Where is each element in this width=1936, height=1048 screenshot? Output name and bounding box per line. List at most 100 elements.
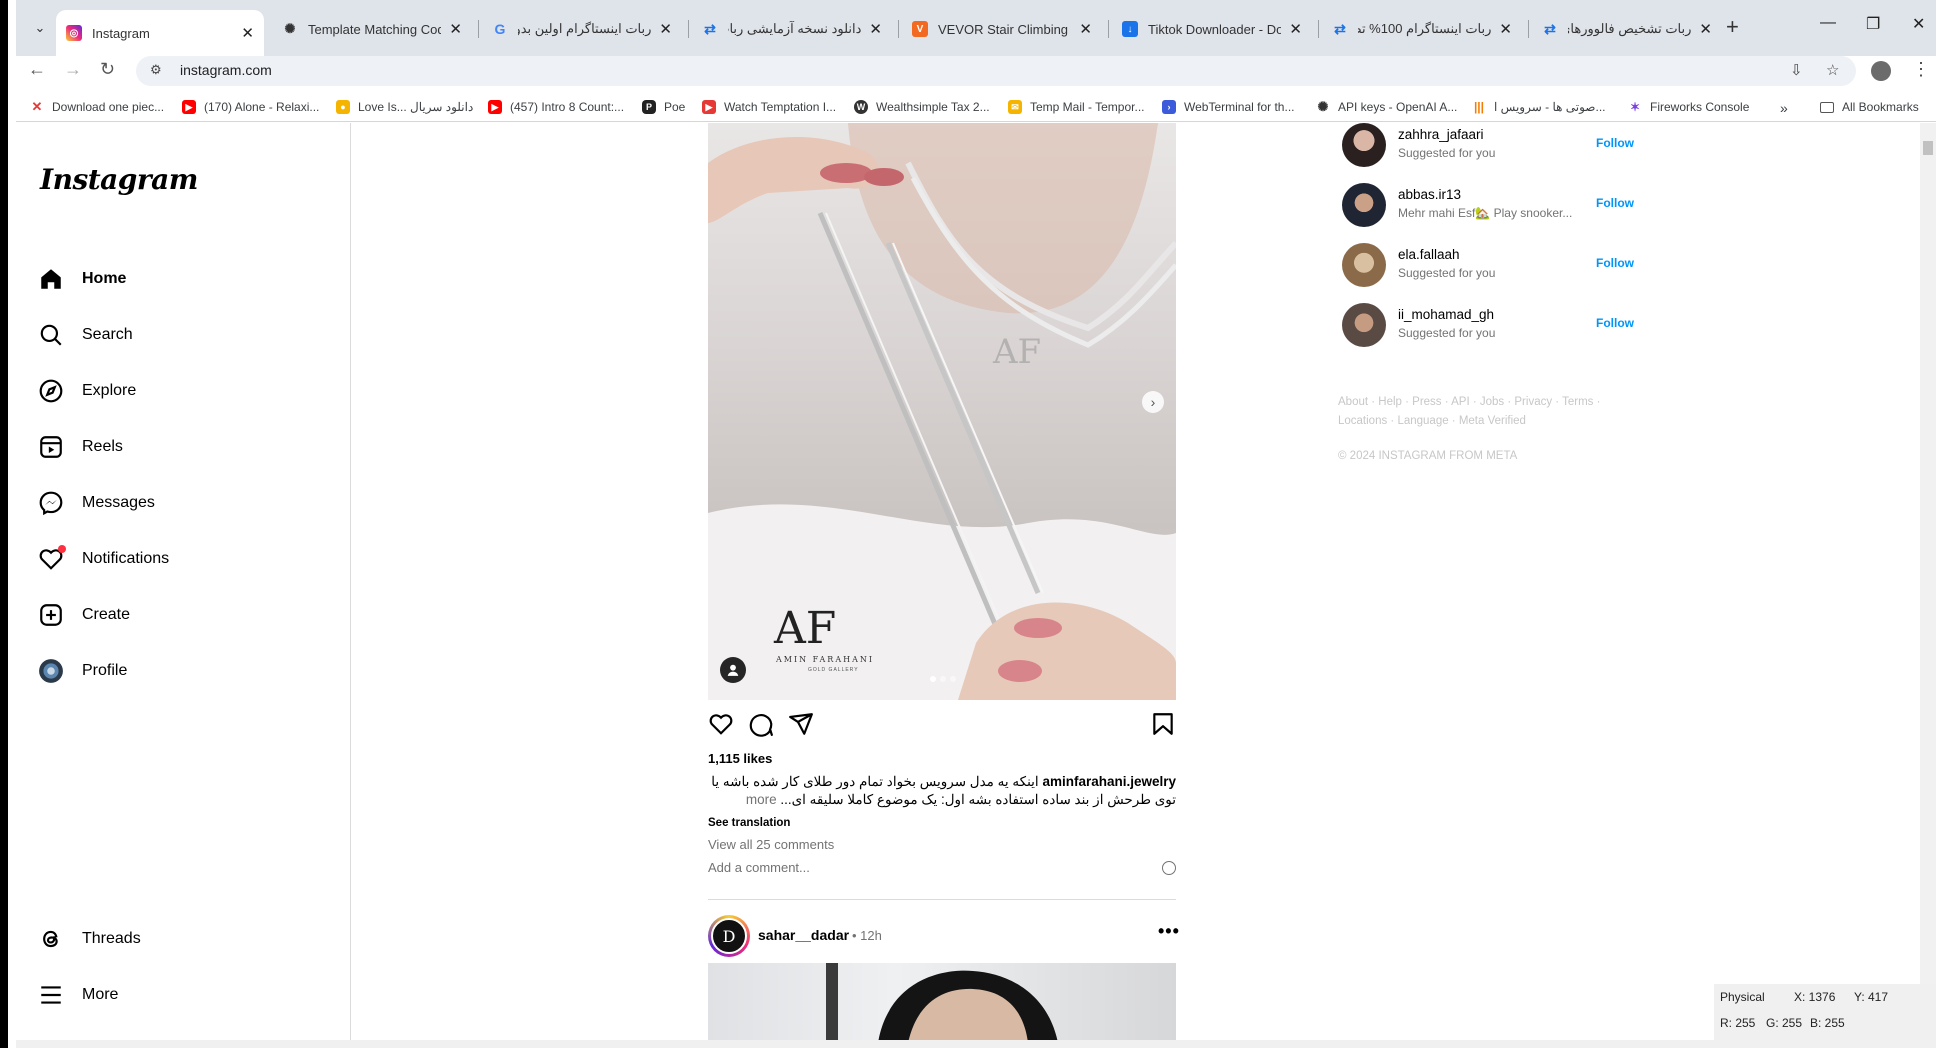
suggestion-avatar[interactable] (1342, 243, 1386, 287)
bookmark-item[interactable]: ✕ Download one piec... (30, 99, 165, 114)
follow-button[interactable]: Follow (1596, 136, 1634, 150)
close-icon[interactable]: ✕ (659, 20, 672, 38)
tab-tiktok-downloader[interactable]: ↓ Tiktok Downloader - Dow ✕ (1112, 12, 1312, 46)
bookmark-item[interactable]: ✺ API keys - OpenAI A... (1316, 99, 1458, 114)
bookmark-item[interactable]: ||| صوتی ها - سرویس ا... (1472, 100, 1606, 114)
sidebar-item-create[interactable]: Create (38, 593, 130, 637)
tagged-user-icon[interactable] (720, 657, 746, 683)
sidebar-item-home[interactable]: Home (38, 257, 126, 301)
suggestion-username[interactable]: ela.fallaah (1398, 247, 1460, 262)
bookmark-item[interactable]: W Wealthsimple Tax 2... (854, 100, 990, 114)
bookmark-item[interactable]: ✉ Temp Mail - Tempor... (1008, 100, 1144, 114)
install-app-icon[interactable]: ⇩ (1790, 61, 1803, 79)
sidebar-item-profile[interactable]: Profile (38, 649, 127, 693)
reload-icon[interactable]: ↻ (100, 59, 115, 80)
share-icon[interactable] (788, 711, 814, 737)
close-icon[interactable]: ✕ (1699, 20, 1712, 38)
back-icon[interactable]: ← (28, 59, 46, 80)
suggestion-avatar[interactable] (1342, 123, 1386, 167)
sidebar-item-explore[interactable]: Explore (38, 369, 136, 413)
tab-instagram[interactable]: ◎ Instagram ✕ (56, 10, 264, 56)
bookmark-item[interactable]: ▶ (170) Alone - Relaxi... (182, 100, 319, 114)
bookmarks-overflow-icon[interactable]: » (1780, 100, 1788, 116)
add-comment-input[interactable]: Add a comment... (708, 860, 810, 875)
minimize-button[interactable]: — (1820, 14, 1836, 32)
suggestion-username[interactable]: abbas.ir13 (1398, 187, 1461, 202)
tab-template-matching[interactable]: ✺ Template Matching Code ✕ (272, 12, 472, 46)
footer-links[interactable]: About · Help · Press · API · Jobs · Priv… (1338, 393, 1618, 431)
kebab-menu-icon[interactable]: ⋮ (1912, 59, 1930, 80)
close-icon[interactable]: ✕ (241, 24, 254, 42)
bookmark-item[interactable]: › WebTerminal for th... (1162, 100, 1294, 114)
tab-search-button[interactable]: ⌄ (26, 14, 54, 42)
emoji-icon[interactable] (1162, 861, 1176, 875)
all-bookmarks[interactable]: All Bookmarks (1820, 100, 1919, 114)
w-icon: W (854, 100, 868, 114)
close-window-button[interactable]: ✕ (1912, 14, 1925, 34)
youtube-icon: ▶ (488, 100, 502, 114)
suggestion-username[interactable]: ii_mohamad_gh (1398, 307, 1494, 322)
close-icon[interactable]: ✕ (869, 20, 882, 38)
close-icon[interactable]: ✕ (1079, 20, 1092, 38)
next-slide-icon[interactable]: › (1142, 391, 1164, 413)
scrollbar-thumb[interactable] (1923, 141, 1933, 155)
save-bookmark-icon[interactable] (1150, 711, 1176, 737)
pixel-readout: Physical X: 1376 Y: 417 R: 255 G: 255 B:… (1714, 984, 1936, 1040)
post-image[interactable]: AF AF AMIN FARAHANI GOLD GALLERY › (708, 123, 1176, 700)
address-bar[interactable]: ⚙ instagram.com ⇩ ☆ (136, 56, 1856, 86)
sidebar-item-search[interactable]: Search (38, 313, 133, 357)
bookmark-item[interactable]: P Poe (642, 100, 685, 114)
search-icon (40, 324, 62, 346)
suggestion-username[interactable]: zahhra_jafaari (1398, 127, 1484, 142)
tab-trial-download[interactable]: ⇄ دانلود نسخه آزمایشی ربات ✕ (692, 12, 892, 46)
new-tab-button[interactable]: + (1726, 14, 1739, 40)
site-info-icon[interactable]: ⚙ (150, 62, 162, 78)
tab-follower-bot[interactable]: ⇄ ربات تشخیص فالوورهای فـ ✕ (1532, 12, 1722, 46)
likes-count[interactable]: 1,115 likes (708, 751, 772, 766)
suggestion-avatar[interactable] (1342, 303, 1386, 347)
post2-username[interactable]: sahar__dadar (758, 927, 849, 943)
follow-button[interactable]: Follow (1596, 316, 1634, 330)
bookmark-item[interactable]: ▶ (457) Intro 8 Count:... (488, 100, 624, 114)
comment-icon[interactable] (748, 711, 774, 737)
carousel-dots (930, 676, 956, 682)
instagram-logo[interactable]: Instagram (40, 163, 198, 196)
suggestion-avatar[interactable] (1342, 183, 1386, 227)
follow-button[interactable]: Follow (1596, 256, 1634, 270)
threads-icon (43, 930, 58, 948)
vevor-icon: V (912, 21, 928, 37)
restore-button[interactable]: ❐ (1866, 14, 1880, 34)
bookmark-item[interactable]: ● Love Is... دانلود سریال (336, 100, 473, 114)
bookmark-item[interactable]: ▶ Watch Temptation I... (702, 100, 836, 114)
browser-window: ⌄ ◎ Instagram ✕ ✺ Template Matching Code… (0, 0, 1936, 1048)
profile-avatar[interactable] (1871, 61, 1891, 81)
like-heart-icon[interactable] (708, 711, 734, 737)
post2-image[interactable] (708, 963, 1176, 1040)
instagram-page: Instagram Home Search Explore Reels Mess… (16, 123, 1936, 1040)
post2-avatar[interactable]: D (708, 915, 750, 957)
sidebar-item-more[interactable]: More (38, 973, 118, 1017)
sidebar-item-reels[interactable]: Reels (38, 425, 123, 469)
sidebar-item-messages[interactable]: Messages (38, 481, 155, 525)
close-icon[interactable]: ✕ (1499, 20, 1512, 38)
tab-instagram-bot[interactable]: ⇄ ربات اینستاگرام 100% تضـ ✕ (1322, 12, 1522, 46)
sidebar-item-notifications[interactable]: Notifications (38, 537, 169, 581)
tab-google-search[interactable]: G ربات اینستاگرام اولین بدون ✕ (482, 12, 682, 46)
url-text[interactable]: instagram.com (180, 62, 272, 78)
bookmark-star-icon[interactable]: ☆ (1826, 61, 1839, 79)
bookmark-item[interactable]: ✶ Fireworks Console (1628, 100, 1749, 114)
sidebar-item-threads[interactable]: Threads (38, 917, 141, 961)
follow-button[interactable]: Follow (1596, 196, 1634, 210)
instagram-icon: ◎ (66, 25, 82, 41)
caption-more-link[interactable]: more (746, 792, 777, 807)
caption-username[interactable]: aminfarahani.jewelry (1042, 774, 1176, 789)
horizontal-scrollbar[interactable] (16, 1040, 1936, 1048)
close-icon[interactable]: ✕ (1289, 20, 1302, 38)
post2-more-icon[interactable]: ••• (1158, 921, 1180, 942)
tab-vevor[interactable]: V VEVOR Stair Climbing Car ✕ (902, 12, 1102, 46)
close-icon[interactable]: ✕ (449, 20, 462, 38)
forward-icon[interactable]: → (64, 59, 82, 80)
view-comments-link[interactable]: View all 25 comments (708, 837, 834, 852)
vertical-scrollbar[interactable] (1920, 123, 1936, 1040)
see-translation-link[interactable]: See translation (708, 817, 790, 829)
